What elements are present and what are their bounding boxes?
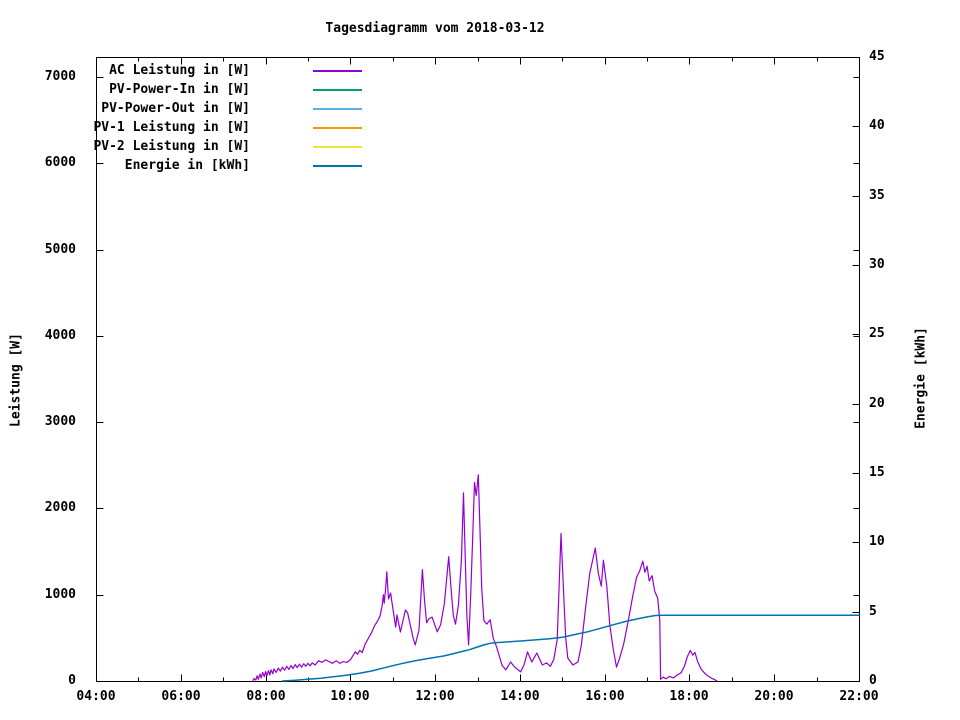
y1-tick-label: 2000 bbox=[44, 500, 76, 515]
legend-swatch bbox=[313, 146, 362, 148]
series-line-energie-in-kwh bbox=[281, 614, 860, 682]
x-tick-label: 20:00 bbox=[754, 689, 794, 704]
legend-swatch bbox=[313, 108, 362, 110]
x-tick-label: 10:00 bbox=[330, 689, 370, 704]
y1-tick-label: 0 bbox=[68, 673, 76, 688]
series-line-ac-leistung-in-w bbox=[252, 474, 718, 682]
y2-tick-label: 20 bbox=[869, 396, 885, 411]
y2-tick-label: 10 bbox=[869, 534, 885, 549]
legend-label: PV-Power-Out in [W] bbox=[101, 101, 250, 116]
x-tick-label: 16:00 bbox=[585, 689, 625, 704]
y2-tick-label: 25 bbox=[869, 326, 885, 341]
y2-tick-label: 0 bbox=[869, 673, 877, 688]
y2-tick-label: 5 bbox=[869, 604, 877, 619]
legend-label: Energie in [kWh] bbox=[124, 158, 250, 173]
x-tick-label: 14:00 bbox=[500, 689, 540, 704]
y2-tick-label: 15 bbox=[869, 465, 885, 480]
legend-swatch bbox=[313, 127, 362, 129]
legend-swatch bbox=[313, 89, 362, 91]
y1-tick-label: 5000 bbox=[44, 242, 76, 257]
y2-tick-label: 40 bbox=[869, 118, 885, 133]
y2-tick-label: 35 bbox=[869, 188, 885, 203]
chart-canvas: Tagesdiagramm vom 2018-03-12 Leistung [W… bbox=[0, 0, 960, 720]
legend-label: PV-1 Leistung in [W] bbox=[93, 120, 250, 135]
y1-tick-label: 3000 bbox=[44, 414, 76, 429]
x-tick-label: 22:00 bbox=[839, 689, 879, 704]
y1-tick-label: 1000 bbox=[44, 587, 76, 602]
legend-label: PV-2 Leistung in [W] bbox=[93, 139, 250, 154]
legend-label: AC Leistung in [W] bbox=[109, 63, 250, 78]
x-tick-label: 12:00 bbox=[415, 689, 455, 704]
legend-swatch bbox=[313, 165, 362, 167]
x-tick-label: 18:00 bbox=[669, 689, 709, 704]
x-tick-label: 06:00 bbox=[161, 689, 201, 704]
y2-tick-label: 45 bbox=[869, 49, 885, 64]
x-tick-label: 04:00 bbox=[76, 689, 116, 704]
legend-label: PV-Power-In in [W] bbox=[109, 82, 250, 97]
y2-tick-label: 30 bbox=[869, 257, 885, 272]
legend-swatch bbox=[313, 70, 362, 72]
x-tick-label: 08:00 bbox=[246, 689, 286, 704]
y1-tick-label: 4000 bbox=[44, 328, 76, 343]
